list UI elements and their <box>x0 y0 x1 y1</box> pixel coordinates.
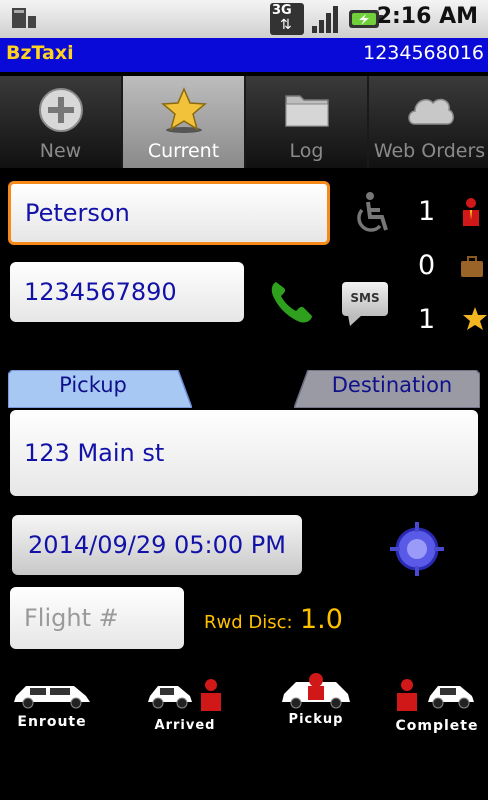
car-icon <box>148 686 192 709</box>
arrived-label: Arrived <box>154 718 216 733</box>
wheelchair-count: 1 <box>418 196 436 227</box>
arrived-button[interactable]: Arrived <box>140 676 230 740</box>
tab-web-orders[interactable]: Web Orders <box>369 76 488 168</box>
status-bar: 3G ⇅ 2:16 AM <box>0 0 488 38</box>
signal-strength-icon <box>312 6 338 33</box>
tab-pickup[interactable]: Pickup <box>8 373 178 397</box>
phone-call-icon[interactable] <box>268 278 316 324</box>
luggage-icon <box>461 256 483 277</box>
pickup-car-icon <box>282 673 350 709</box>
complete-button[interactable]: Complete <box>392 676 482 740</box>
pickup-button[interactable]: Pickup <box>276 670 356 734</box>
speech-tail-icon <box>348 315 362 326</box>
passenger-icon <box>463 198 479 226</box>
address-input[interactable]: 123 Main st <box>10 410 478 496</box>
flight-number-input[interactable]: Flight # <box>10 587 184 649</box>
sms-button[interactable]: SMS <box>342 282 388 326</box>
reward-discount-label: Rwd Disc: <box>204 612 293 633</box>
datetime-button[interactable]: 2014/09/29 05:00 PM <box>12 515 302 575</box>
sim-card-icon <box>12 8 36 28</box>
main-tabs: New Current Log Web Orders <box>0 76 488 168</box>
plus-circle-icon <box>39 88 83 132</box>
tab-log[interactable]: Log <box>246 76 367 168</box>
tab-current[interactable]: Current <box>123 76 244 168</box>
passenger-icon <box>201 679 221 711</box>
complete-label: Complete <box>395 718 479 734</box>
driver-phone-number: 1234568016 <box>363 42 484 64</box>
luggage-count: 0 <box>418 250 436 281</box>
customer-phone-input[interactable]: 1234567890 <box>10 262 244 322</box>
tab-web-orders-label: Web Orders <box>373 140 486 162</box>
tab-log-label: Log <box>289 140 324 162</box>
folder-icon <box>285 95 329 127</box>
status-time: 2:16 AM <box>376 4 478 29</box>
star-icon <box>161 87 207 133</box>
passenger-icon <box>397 679 417 711</box>
app-title-bar: BzTaxi 1234568016 <box>0 38 488 72</box>
pickup-label: Pickup <box>288 712 344 727</box>
gps-locate-icon[interactable] <box>388 520 446 578</box>
enroute-label: Enroute <box>17 714 87 730</box>
rating-count: 1 <box>418 304 436 335</box>
tab-destination[interactable]: Destination <box>304 373 480 397</box>
limo-icon <box>14 686 90 709</box>
tab-current-label: Current <box>147 140 220 162</box>
enroute-button[interactable]: Enroute <box>6 678 98 738</box>
car-icon <box>428 686 474 709</box>
wheelchair-icon[interactable] <box>348 190 396 238</box>
network-3g-icon: 3G ⇅ <box>270 3 304 35</box>
sms-label: SMS <box>350 291 380 305</box>
tab-new-label: New <box>39 140 82 162</box>
cloud-icon <box>408 98 454 125</box>
app-title: BzTaxi <box>6 42 74 64</box>
tab-new[interactable]: New <box>0 76 121 168</box>
rating-star-icon <box>463 307 487 330</box>
customer-name-input[interactable]: Peterson <box>8 181 330 245</box>
reward-discount-value: 1.0 <box>300 604 343 635</box>
